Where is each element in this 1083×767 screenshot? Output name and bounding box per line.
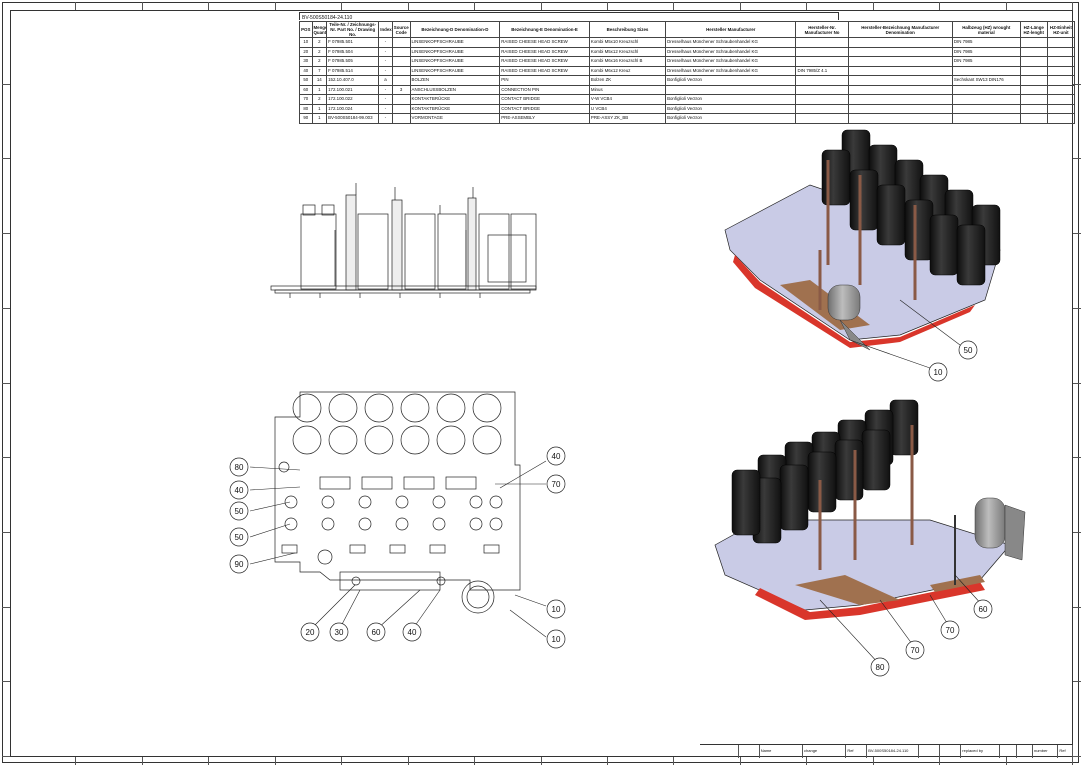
drawing-views: 50 10 80 40 50 50 90 40 70 10 10 20 30 60 40 60 70 70 80 (229, 129, 1026, 677)
side-view (270, 183, 537, 298)
title-block: Name change Ref BV-500S50184-24.110 repl… (700, 744, 1073, 758)
callout-label: 90 (235, 560, 244, 569)
callout-label: 80 (876, 663, 885, 672)
title-cell (919, 745, 941, 758)
isometric-view-1 (724, 129, 1001, 351)
callout-label: 60 (979, 605, 988, 614)
title-cell: change (803, 745, 847, 758)
title-cell: Ref (846, 745, 868, 758)
title-cell: Name (760, 745, 804, 758)
callout-label: 40 (408, 628, 417, 637)
callout-label: 70 (946, 626, 955, 635)
title-cell: number (1033, 745, 1059, 758)
callout-label: 50 (235, 507, 244, 516)
callout-label: 80 (235, 463, 244, 472)
callout-label: 10 (552, 635, 561, 644)
title-cell: Ref (1058, 745, 1073, 758)
title-cell (1017, 745, 1033, 758)
callout-label: 40 (235, 486, 244, 495)
callout-label: 70 (552, 480, 561, 489)
title-drawing-number: BV-500S50184-24.110 (867, 745, 920, 758)
title-cell (940, 745, 962, 758)
callout-label: 40 (552, 452, 561, 461)
callout-balloons: 50 10 80 40 50 50 90 40 70 10 10 20 30 60 40 60 70 70 80 (229, 340, 993, 677)
title-cell: replaced by (961, 745, 1001, 758)
title-block-logo (700, 745, 739, 758)
callout-label: 70 (911, 646, 920, 655)
callout-label: 30 (335, 628, 344, 637)
callout-label: 50 (964, 346, 973, 355)
callout-label: 60 (372, 628, 381, 637)
top-view (274, 391, 521, 614)
drawing-sheet: BV-500S50184-24.110 POS Menge Quantity T… (0, 0, 1083, 767)
callout-label: 20 (306, 628, 315, 637)
callout-label: 10 (934, 368, 943, 377)
callout-label: 50 (235, 533, 244, 542)
isometric-view-2 (714, 399, 1026, 620)
callout-label: 10 (552, 605, 561, 614)
title-cell (1000, 745, 1017, 758)
title-cell (739, 745, 760, 758)
